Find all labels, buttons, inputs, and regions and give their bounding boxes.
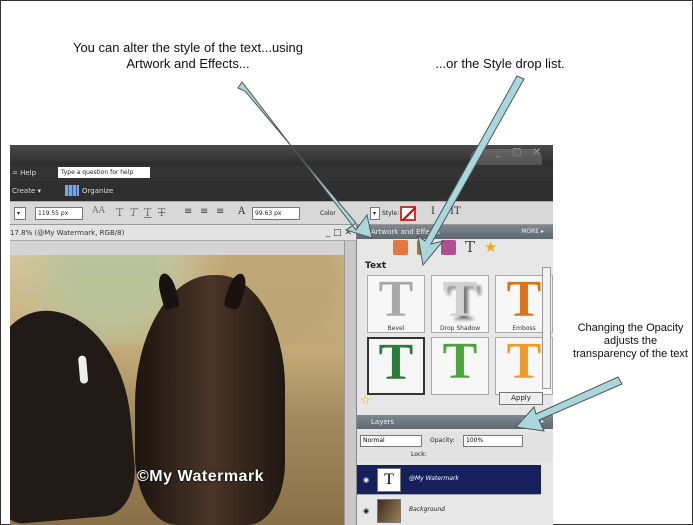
align-right-icon[interactable]: ≡ xyxy=(216,206,224,217)
align-left-icon[interactable]: ≡ xyxy=(184,206,192,217)
frames-icon[interactable] xyxy=(417,240,432,255)
color-dropdown[interactable]: ▾ xyxy=(370,207,380,220)
style-label: Style: xyxy=(382,210,400,217)
horse-right xyxy=(135,275,285,525)
style-green-gradient[interactable]: T xyxy=(431,336,489,395)
favorites-star-icon[interactable]: ★ xyxy=(484,240,497,255)
text-section-heading: Text xyxy=(365,261,387,271)
organize-icon xyxy=(65,185,79,196)
opacity-label: Opacity: xyxy=(430,437,455,444)
anti-alias-icon[interactable]: AA xyxy=(92,206,105,216)
horse-photo: ©My Watermark xyxy=(10,255,344,525)
add-favorite-star-icon[interactable]: ☆ xyxy=(360,393,371,407)
document-scrollbar[interactable] xyxy=(344,241,356,525)
font-family-dropdown[interactable]: ▾ xyxy=(14,207,26,220)
align-center-icon[interactable]: ≡ xyxy=(200,206,208,217)
font-size-field[interactable]: 119.55 px xyxy=(35,207,83,220)
help-menu[interactable]: Help xyxy=(20,169,36,177)
style-drop-shadow[interactable]: T Drop Shadow xyxy=(431,274,489,333)
document-title: 17.8% (@My Watermark, RGB/8) _ □ ✕ xyxy=(10,225,356,241)
backgrounds-icon[interactable] xyxy=(393,240,408,255)
watermark-text[interactable]: ©My Watermark xyxy=(137,468,264,486)
document-controls[interactable]: _ □ ✕ xyxy=(326,225,352,241)
text-styles-icon[interactable]: T xyxy=(465,240,475,255)
artwork-effects-header[interactable]: Artwork and Effects MORE ▸ xyxy=(357,225,553,239)
underline-button[interactable]: T xyxy=(144,206,151,219)
layers-toolbar: Normal Opacity: 100% Lock: xyxy=(357,432,553,462)
leading-icon: A xyxy=(238,206,246,217)
layers-header[interactable]: Layers MORE ▸ xyxy=(357,415,553,429)
warp-text-icon[interactable]: I xyxy=(431,206,435,217)
text-options-bar: ▾ 119.55 px AA T T T T ≡ ≡ ≡ A 99.63 px … xyxy=(10,201,553,225)
document-window: 17.8% (@My Watermark, RGB/8) _ □ ✕ ©My W… xyxy=(10,225,356,525)
style-green-selected[interactable]: T xyxy=(367,337,425,395)
layer-background[interactable]: ◉ Background xyxy=(357,496,541,525)
layer-watermark[interactable]: ◉ T @My Watermark xyxy=(357,465,541,495)
leading-field[interactable]: 99.63 px xyxy=(252,207,300,220)
effects-icon[interactable] xyxy=(441,240,456,255)
callout-artwork-effects: You can alter the style of the text...us… xyxy=(72,40,304,71)
callout-opacity: Changing the Opacity adjusts the transpa… xyxy=(573,322,688,360)
layer-visibility-icon[interactable]: ◉ xyxy=(363,507,369,515)
organize-button[interactable]: Organize xyxy=(65,185,113,196)
italic-button[interactable]: T xyxy=(130,206,137,219)
blend-mode-select[interactable]: Normal xyxy=(360,435,422,447)
style-droplist[interactable] xyxy=(400,206,416,221)
layers-more-button[interactable]: MORE ▸ xyxy=(521,415,544,429)
opacity-field[interactable]: 100% xyxy=(463,435,523,447)
lock-label: Lock: xyxy=(411,451,427,458)
style-bevel[interactable]: T Bevel xyxy=(367,274,425,333)
help-question-field[interactable]: Type a question for help xyxy=(58,167,150,178)
apply-button[interactable]: Apply xyxy=(499,392,543,405)
artwork-icon-row: T ★ xyxy=(393,240,497,255)
create-button[interactable]: Create ▾ xyxy=(12,187,41,195)
artwork-more-button[interactable]: MORE ▸ xyxy=(521,225,544,239)
callout-style-droplist: ...or the Style drop list. xyxy=(435,56,565,71)
photoshop-elements-window: _ □ ✕ = Help Type a question for help Cr… xyxy=(10,145,553,525)
text-layer-thumbnail: T xyxy=(377,468,401,492)
color-label: Color xyxy=(320,210,336,217)
right-panel: Artwork and Effects MORE ▸ T ★ Text T Bev… xyxy=(356,225,553,525)
text-orientation-icon[interactable]: IT xyxy=(450,206,461,217)
layer-visibility-icon[interactable]: ◉ xyxy=(363,476,369,484)
background-layer-thumbnail xyxy=(377,499,401,523)
artwork-scrollbar[interactable] xyxy=(542,267,551,389)
bold-button[interactable]: T xyxy=(116,206,123,219)
strikethrough-button[interactable]: T xyxy=(158,206,165,219)
